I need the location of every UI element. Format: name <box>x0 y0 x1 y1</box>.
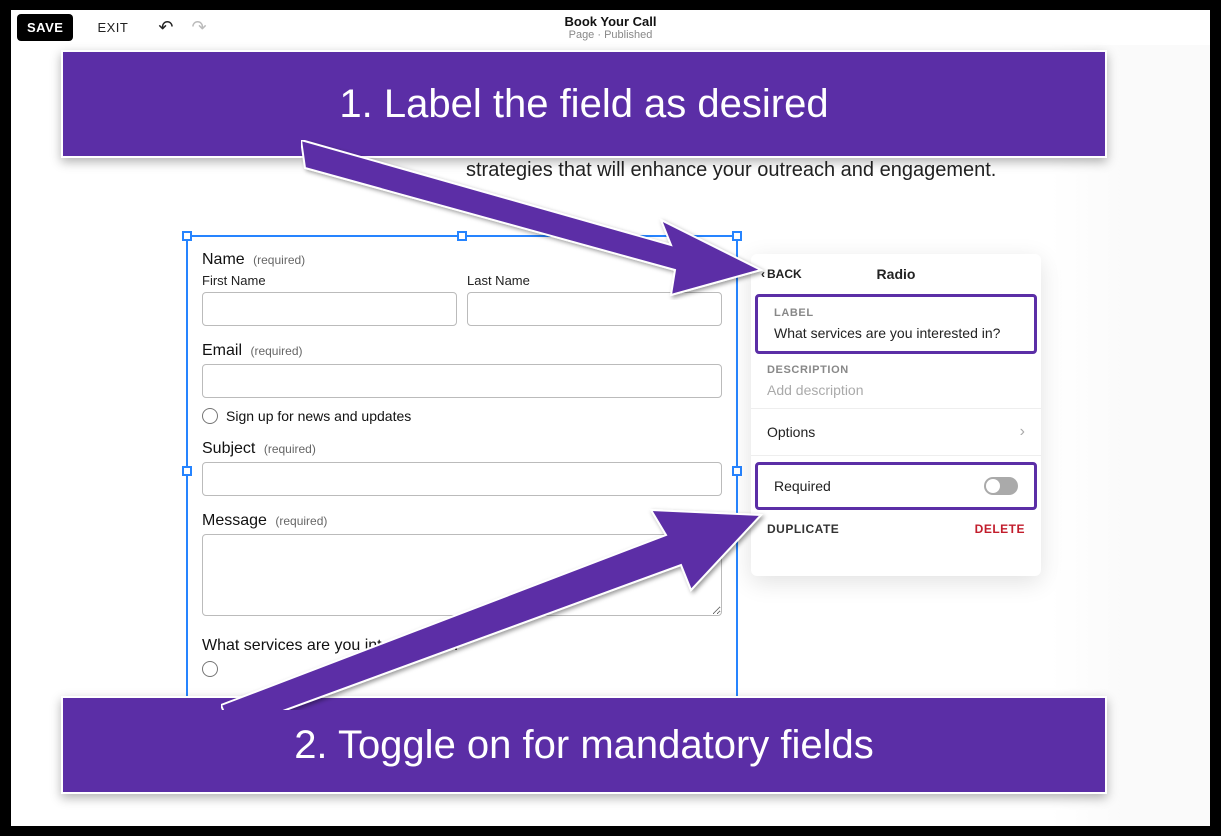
panel-description-placeholder[interactable]: Add description <box>767 382 1025 398</box>
last-name-label: Last Name <box>467 273 722 288</box>
panel-back-button[interactable]: ‹ BACK <box>761 267 802 281</box>
field-email-label: Email <box>202 342 242 359</box>
panel-description-heading: DESCRIPTION <box>767 364 1025 376</box>
first-name-input[interactable] <box>202 292 457 326</box>
resize-handle[interactable] <box>732 466 742 476</box>
duplicate-button[interactable]: DUPLICATE <box>767 522 839 536</box>
required-hint: (required) <box>253 253 305 267</box>
panel-options-row[interactable]: Options › <box>751 408 1041 456</box>
service-option-radio[interactable] <box>202 661 218 677</box>
subject-input[interactable] <box>202 462 722 496</box>
resize-handle[interactable] <box>182 466 192 476</box>
last-name-input[interactable] <box>467 292 722 326</box>
undo-icon[interactable]: ↶ <box>158 17 173 38</box>
signup-label: Sign up for news and updates <box>226 408 411 424</box>
redo-icon: ↷ <box>191 17 206 38</box>
required-label: Required <box>774 478 831 494</box>
resize-handle[interactable] <box>457 231 467 241</box>
save-button[interactable]: SAVE <box>17 14 73 41</box>
panel-description-section[interactable]: DESCRIPTION Add description <box>751 354 1041 408</box>
required-hint: (required) <box>250 344 302 358</box>
delete-button[interactable]: DELETE <box>975 522 1025 536</box>
field-services-label: What services are you interested in? <box>202 637 461 654</box>
message-textarea[interactable] <box>202 534 722 616</box>
annotation-step-1: 1. Label the field as desired <box>61 50 1107 158</box>
exit-button[interactable]: EXIT <box>97 20 128 35</box>
panel-label-section[interactable]: LABEL What services are you interested i… <box>755 294 1037 354</box>
chevron-left-icon: ‹ <box>761 267 765 281</box>
required-hint: (required) <box>264 442 316 456</box>
form-block-selected[interactable]: Name (required) First Name Last Name Ema… <box>186 235 738 707</box>
chevron-right-icon: › <box>1020 423 1025 441</box>
required-toggle[interactable] <box>984 477 1018 495</box>
panel-label-heading: LABEL <box>774 307 1018 319</box>
resize-handle[interactable] <box>182 231 192 241</box>
field-subject-label: Subject <box>202 440 255 457</box>
signup-radio[interactable] <box>202 408 218 424</box>
panel-label-value[interactable]: What services are you interested in? <box>774 325 1018 341</box>
panel-required-row: Required <box>755 462 1037 510</box>
panel-title: Radio <box>877 266 916 282</box>
annotation-step-2: 2. Toggle on for mandatory fields <box>61 696 1107 794</box>
first-name-label: First Name <box>202 273 457 288</box>
field-message-label: Message <box>202 512 267 529</box>
resize-handle[interactable] <box>732 231 742 241</box>
field-settings-panel: ‹ BACK Radio LABEL What services are you… <box>751 254 1041 576</box>
editor-toolbar: SAVE EXIT ↶ ↷ Book Your Call Page · Publ… <box>11 10 1210 44</box>
field-name-label: Name <box>202 251 245 268</box>
email-input[interactable] <box>202 364 722 398</box>
required-hint: (required) <box>275 514 327 528</box>
